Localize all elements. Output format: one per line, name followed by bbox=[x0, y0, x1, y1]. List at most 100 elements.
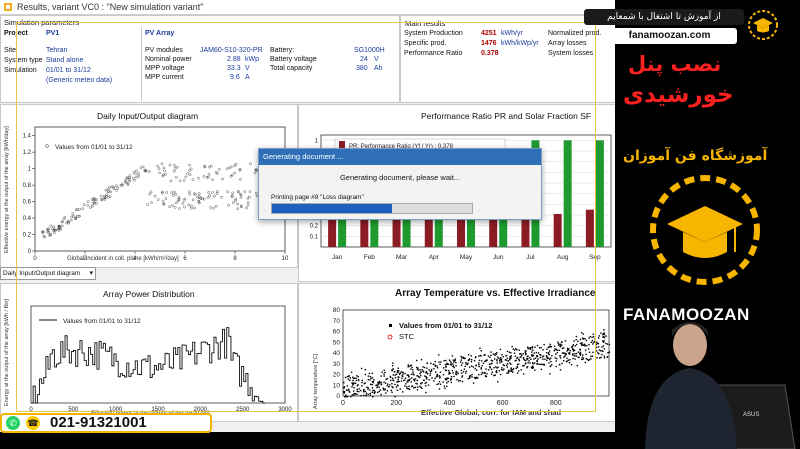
temp-data-point bbox=[584, 345, 586, 347]
temp-data-point bbox=[584, 337, 586, 340]
temp-data-point bbox=[350, 371, 353, 373]
dialog-progress-fill bbox=[272, 204, 392, 213]
temp-data-point bbox=[462, 371, 465, 373]
temp-data-point bbox=[498, 370, 500, 372]
temp-data-point bbox=[570, 363, 573, 366]
temp-data-point bbox=[535, 351, 538, 354]
laptop-brand: ASUS bbox=[743, 412, 760, 418]
results-window: Results, variant VC0 : "New simulation v… bbox=[0, 0, 615, 432]
temp-data-point bbox=[406, 387, 408, 390]
temp-data-point bbox=[446, 377, 448, 379]
temp-data-point bbox=[568, 361, 571, 364]
temp-data-point bbox=[438, 375, 441, 377]
temp-data-point bbox=[470, 360, 473, 363]
io-data-point bbox=[171, 194, 175, 197]
temp-data-point bbox=[572, 357, 574, 360]
temp-data-point bbox=[519, 353, 521, 355]
temp-data-point bbox=[520, 356, 522, 358]
temp-data-point bbox=[564, 355, 566, 357]
temp-data-point bbox=[590, 355, 592, 358]
temp-data-point bbox=[394, 374, 396, 376]
temp-data-point bbox=[391, 362, 394, 364]
temp-data-point bbox=[455, 361, 457, 364]
temp-data-point bbox=[538, 363, 540, 366]
temp-data-point bbox=[518, 370, 520, 372]
io-data-point bbox=[191, 198, 195, 202]
temp-data-point bbox=[548, 358, 551, 361]
pr-bar bbox=[553, 213, 562, 247]
pr-month-label: Feb bbox=[364, 254, 376, 261]
temp-data-point bbox=[451, 369, 454, 372]
temp-data-point bbox=[416, 366, 418, 369]
io-data-point bbox=[149, 190, 153, 194]
temp-data-point bbox=[460, 359, 463, 361]
io-data-point bbox=[160, 162, 164, 166]
temp-data-point bbox=[561, 344, 563, 346]
temp-data-point bbox=[352, 390, 355, 392]
temp-data-point bbox=[369, 394, 371, 396]
temp-data-point bbox=[582, 333, 585, 335]
temp-data-point bbox=[582, 338, 584, 340]
temp-data-point bbox=[579, 351, 582, 354]
io-data-point bbox=[231, 201, 235, 204]
temp-data-point bbox=[378, 386, 380, 388]
temp-data-point bbox=[565, 360, 568, 363]
temp-data-point bbox=[513, 352, 516, 354]
promo-title-line2: خورشیدی bbox=[623, 82, 734, 108]
temp-data-point bbox=[425, 391, 427, 394]
io-data-point bbox=[245, 206, 248, 210]
temp-data-point bbox=[509, 357, 511, 360]
io-data-point bbox=[217, 168, 221, 171]
promo-overlay: نصب پنل خورشیدی آموزشگاه فن آموزان FANAM… bbox=[615, 0, 800, 449]
io-data-point bbox=[156, 198, 160, 201]
temp-data-point bbox=[582, 354, 584, 356]
temp-data-point bbox=[525, 352, 527, 355]
diagram-select[interactable]: Daily Input/Output diagram ▾ bbox=[0, 267, 96, 280]
io-data-point bbox=[157, 167, 161, 171]
temp-data-point bbox=[493, 358, 496, 360]
temp-data-point bbox=[559, 343, 562, 345]
temp-data-point bbox=[537, 358, 539, 360]
simulation-parameters-panel: Simulation parameters Project PV1 Site T… bbox=[0, 15, 400, 103]
temp-data-point bbox=[384, 389, 386, 391]
temp-data-point bbox=[608, 351, 611, 353]
io-data-point bbox=[169, 179, 173, 183]
temp-data-point bbox=[367, 378, 370, 381]
simulation-value: 01/01 to 31/12 bbox=[46, 67, 91, 74]
temp-data-point bbox=[583, 343, 586, 345]
temp-data-point bbox=[407, 388, 410, 390]
io-data-point bbox=[135, 169, 138, 173]
temp-data-point bbox=[509, 356, 511, 358]
io-data-point bbox=[191, 178, 195, 181]
temp-data-point bbox=[521, 354, 523, 356]
temp-data-point bbox=[431, 377, 433, 379]
temp-data-point bbox=[399, 388, 401, 390]
temp-data-point bbox=[364, 368, 367, 371]
temp-data-point bbox=[345, 389, 348, 392]
io-data-point bbox=[156, 164, 160, 168]
temp-data-point bbox=[529, 357, 531, 359]
temp-data-point bbox=[523, 364, 525, 367]
temp-data-point bbox=[401, 377, 403, 379]
pv-modules-label: PV modules bbox=[145, 47, 183, 54]
temp-data-point bbox=[542, 349, 544, 351]
io-data-point bbox=[209, 206, 212, 209]
temp-data-point bbox=[482, 362, 485, 365]
temp-data-point bbox=[356, 390, 359, 393]
temp-data-point bbox=[452, 372, 454, 374]
io-data-point bbox=[236, 207, 240, 211]
temp-data-point bbox=[353, 377, 356, 379]
temp-ytick-label: 60 bbox=[333, 329, 341, 336]
temp-data-point bbox=[349, 377, 352, 379]
io-data-point bbox=[190, 204, 193, 208]
temp-data-point bbox=[436, 365, 438, 367]
promo-website: fanamoozan.com bbox=[602, 28, 737, 44]
io-data-point bbox=[202, 175, 206, 178]
temp-data-point bbox=[531, 355, 533, 357]
temp-data-point bbox=[371, 391, 374, 394]
temp-data-point bbox=[363, 382, 365, 385]
temp-data-point bbox=[490, 373, 493, 375]
io-data-point bbox=[141, 165, 145, 169]
temp-data-point bbox=[487, 355, 490, 357]
mpp-current-label: MPP current bbox=[145, 74, 184, 81]
